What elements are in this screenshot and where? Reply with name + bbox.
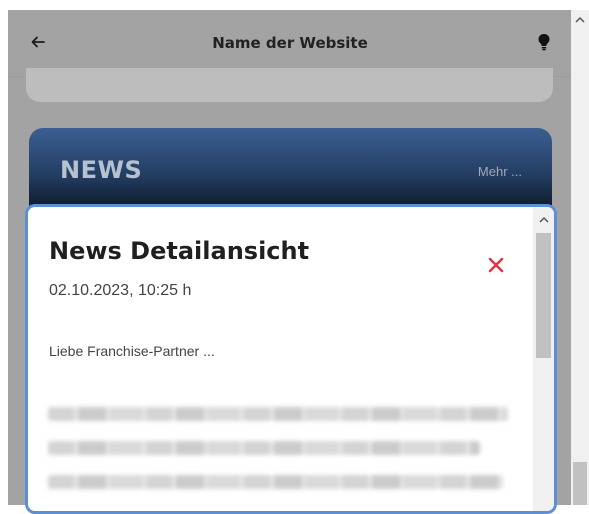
close-button[interactable] — [484, 253, 508, 277]
lightbulb-button[interactable] — [532, 30, 556, 54]
blurred-text-line — [48, 407, 508, 421]
close-icon — [488, 257, 504, 273]
modal-scrollbar-thumb[interactable] — [536, 233, 551, 358]
page-scroll-up-button[interactable] — [571, 10, 589, 28]
modal-title: News Detailansicht — [49, 237, 310, 265]
blurred-text-line — [48, 441, 480, 455]
news-more-link[interactable]: Mehr ... — [478, 164, 522, 179]
page-scrollbar[interactable] — [571, 10, 589, 505]
page-scrollbar-thumb[interactable] — [573, 462, 587, 505]
lightbulb-icon — [538, 34, 550, 51]
modal-scroll-up-button[interactable] — [533, 209, 554, 229]
page-title: Name der Website — [212, 34, 368, 52]
app-header: Name der Website — [8, 10, 572, 77]
chevron-up-icon — [575, 16, 585, 23]
blurred-text-line — [48, 475, 503, 489]
blurred-news-body — [48, 407, 508, 509]
news-section-title: NEWS — [60, 156, 143, 184]
news-greeting: Liebe Franchise-Partner ... — [49, 343, 215, 359]
arrow-left-icon — [31, 36, 45, 48]
previous-card — [26, 68, 553, 102]
chevron-up-icon — [538, 216, 549, 223]
news-detail-modal: News Detailansicht 02.10.2023, 10:25 h L… — [25, 204, 557, 514]
news-date: 02.10.2023, 10:25 h — [49, 282, 192, 299]
back-button[interactable] — [26, 30, 50, 54]
modal-scrollbar[interactable] — [533, 207, 554, 511]
